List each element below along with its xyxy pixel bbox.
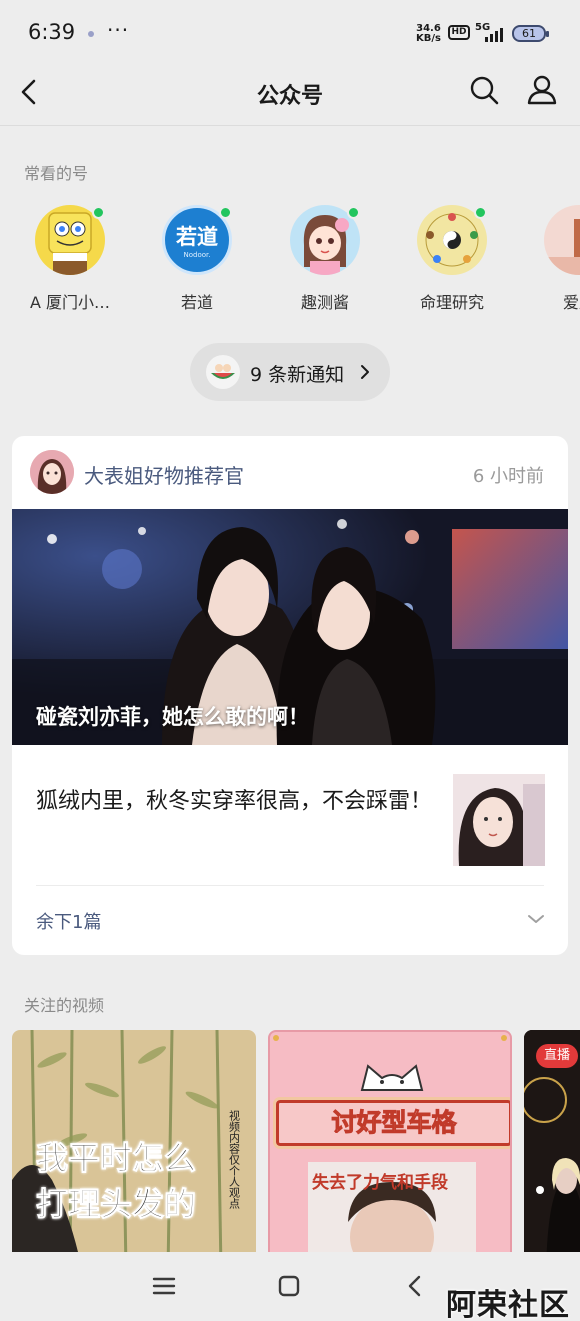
hero-article-title: 碰瓷刘亦菲，她怎么敢的啊！ — [36, 705, 309, 729]
status-bar: 6:39 ··· 34.6 KB/s HD 5G 61 — [0, 0, 580, 64]
article-thumbnail[interactable] — [453, 774, 545, 866]
nav-bar: 公众号 — [0, 64, 580, 126]
article-card: 大表姐好物推荐官 6 小时前 碰瓷刘亦菲，她怎么敢的啊！ 狐绒内里，秋冬实穿率很… — [12, 436, 568, 955]
network-speed-unit: KB/s — [416, 33, 441, 44]
frequent-account-item[interactable]: 若道 Nodoor. 若道 — [142, 205, 252, 313]
notification-dot-icon — [88, 31, 94, 37]
svg-text:视频内容仅个人观点: 视频内容仅个人观点 — [228, 1109, 241, 1210]
back-icon[interactable] — [400, 1270, 432, 1302]
article-title[interactable]: 狐绒内里，秋冬实穿率很高，不会踩雷！ — [36, 786, 436, 818]
video-banner-text: 讨好型车格 — [273, 1097, 510, 1149]
publish-time: 6 小时前 — [472, 466, 544, 487]
frequent-account-item[interactable]: 趣测酱 — [270, 205, 380, 313]
video-card[interactable]: 直播 — [524, 1030, 580, 1252]
new-notifications-button[interactable]: 9 条新通知 — [190, 343, 390, 401]
battery-icon: 61 — [512, 25, 549, 42]
frequent-account-item[interactable]: 爱厦 — [524, 205, 580, 313]
video-card[interactable]: 视频内容仅个人观点 我平时怎么 打理头发的 — [12, 1030, 256, 1252]
account-logo-sub: Nodoor. — [183, 251, 211, 259]
avatar[interactable] — [30, 450, 74, 494]
live-badge: 直播 — [536, 1044, 579, 1068]
video-overlay-text: 我平时怎么 打理头发的 — [35, 1139, 197, 1224]
frequent-accounts-list: A 厦门小… 若道 Nodoor. 若道 趣测酱 命理研究 爱 — [0, 205, 580, 315]
account-name: 若道 — [180, 293, 213, 312]
account-logo-text: 若道 — [176, 225, 218, 249]
hd-voice-icon: HD — [448, 25, 470, 40]
followed-videos-label: 关注的视频 — [24, 996, 105, 1015]
status-more-icon: ··· — [107, 18, 130, 42]
signal-icon: 5G — [475, 22, 509, 44]
avatar: 若道 Nodoor. — [162, 205, 232, 275]
account-name: A 厦门小… — [29, 293, 111, 312]
frequent-accounts-label: 常看的号 — [24, 164, 89, 183]
followed-videos-list: 视频内容仅个人观点 我平时怎么 打理头发的 讨好型车格 失去了力气和手段 直播 — [0, 1030, 580, 1252]
hero-article[interactable]: 碰瓷刘亦菲，她怎么敢的啊！ — [12, 509, 568, 745]
online-dot-icon — [92, 206, 105, 219]
watermark: 阿荣社区 — [446, 1288, 570, 1321]
online-dot-icon — [474, 206, 487, 219]
account-name: 趣测酱 — [300, 293, 349, 312]
online-dot-icon — [219, 206, 232, 219]
home-icon[interactable] — [273, 1270, 305, 1302]
menu-icon[interactable] — [148, 1270, 180, 1302]
search-icon[interactable] — [468, 74, 500, 106]
frequent-account-item[interactable]: 命理研究 — [397, 205, 507, 313]
frequent-account-item[interactable]: A 厦门小… — [15, 205, 125, 313]
network-speed: 34.6 KB/s — [416, 24, 441, 44]
video-card[interactable]: 讨好型车格 失去了力气和手段 — [268, 1030, 512, 1252]
more-articles-label[interactable]: 余下1篇 — [36, 908, 101, 934]
avatar — [417, 205, 487, 275]
divider — [36, 885, 544, 886]
notification-avatar-icon — [206, 355, 240, 389]
account-name: 爱厦 — [562, 293, 580, 312]
avatar — [544, 205, 580, 275]
chevron-down-icon[interactable] — [526, 912, 546, 926]
avatar — [290, 205, 360, 275]
video-subtitle: 失去了力气和手段 — [312, 1173, 448, 1193]
profile-icon[interactable] — [526, 74, 558, 106]
status-time: 6:39 — [28, 20, 76, 44]
chevron-right-icon — [361, 365, 369, 379]
account-name[interactable]: 大表姐好物推荐官 — [84, 460, 244, 489]
online-dot-icon — [347, 206, 360, 219]
avatar — [35, 205, 105, 275]
account-name: 命理研究 — [419, 293, 484, 312]
new-notifications-label: 9 条新通知 — [250, 364, 345, 386]
